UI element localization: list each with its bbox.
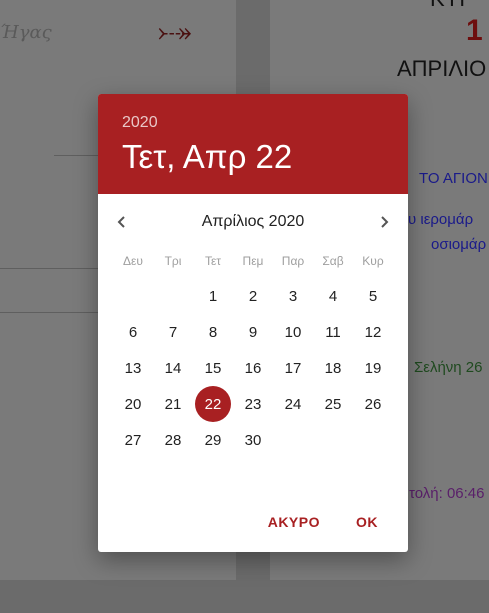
calendar-day[interactable]: 16 [235,350,271,386]
weekday-label: Δευ [123,254,143,268]
top-cut-text: ΚΥΡ [430,0,474,12]
selected-day[interactable]: 22 [195,386,231,422]
month-label: Απρίλιος 2020 [201,213,305,230]
calendar-day[interactable]: 19 [355,350,391,386]
calendar-day[interactable]: 11 [315,314,351,350]
calendar-day[interactable]: 14 [155,350,191,386]
calendar-day[interactable]: 7 [155,314,191,350]
weekday-label: Πεμ [242,254,264,268]
cancel-button[interactable]: ΑΚΥΡΟ [262,510,326,534]
calendar-grid: 1 2 3 4 5 6 7 8 9 10 11 12 13 14 15 16 17 18 19 20 21 22 23 24 2… [98,278,408,478]
selected-date[interactable]: Τετ, Απρ 22 [122,138,292,176]
calendar-day[interactable]: 23 [235,386,271,422]
chevron-right-icon [381,216,389,228]
calendar-day[interactable]: 27 [115,422,151,458]
saint-line-2: οσιομάρ [431,236,487,253]
weekday-label: Τρι [164,254,182,268]
arrow-icon: ⤐ [158,16,192,47]
calendar-day[interactable]: 29 [195,422,231,458]
moon-info: Σελήνη 26 [414,359,483,376]
ok-button[interactable]: ΟΚ [350,510,384,534]
calendar-day[interactable]: 5 [355,278,391,314]
weekday-label: Τετ [204,254,222,268]
calendar-day[interactable]: 18 [315,350,351,386]
dialog-actions: ΑΚΥΡΟ ΟΚ [98,496,408,552]
month-navigation: Απρίλιος 2020 [98,194,408,252]
saint-line-1: υ ιερομάρ [408,211,474,228]
weekday-label: Κυρ [362,254,384,268]
calendar-day[interactable]: 8 [195,314,231,350]
calendar-day[interactable]: 26 [355,386,391,422]
big-day-number: 1 [466,14,483,47]
weekday-header: Δευ Τρι Τετ Πεμ Παρ Σαβ Κυρ [98,252,408,278]
calendar-day[interactable]: 28 [155,422,191,458]
calendar-day[interactable]: 21 [155,386,191,422]
calendar-day[interactable]: 10 [275,314,311,350]
calendar-day[interactable]: 20 [115,386,151,422]
calendar-day[interactable]: 30 [235,422,271,458]
weekday-label: Παρ [281,254,305,268]
calendar-day[interactable]: 25 [315,386,351,422]
calendar-day[interactable]: 9 [235,314,271,350]
next-month-button[interactable] [370,208,398,236]
calendar-day[interactable]: 6 [115,314,151,350]
calendar-day[interactable]: 15 [195,350,231,386]
calendar-day[interactable]: 3 [275,278,311,314]
sunset-info: τολή: 06:46 [409,485,485,502]
selected-year[interactable]: 2020 [122,114,158,132]
calendar-day[interactable]: 1 [195,278,231,314]
calendar-day[interactable]: 12 [355,314,391,350]
calendar-day[interactable]: 13 [115,350,151,386]
dialog-header: 2020 Τετ, Απρ 22 [98,94,408,194]
saint-title: ΤΟ ΑΓΙΟΝ [419,170,488,187]
weekday-label: Σαβ [322,254,344,268]
month-heading: ΑΠΡΙΛΙΟ [397,56,487,81]
calendar-day[interactable]: 2 [235,278,271,314]
handwriting-text: Ήγας [0,22,52,43]
divider [54,155,98,156]
calendar-day[interactable]: 24 [275,386,311,422]
calendar-day[interactable]: 4 [315,278,351,314]
calendar-day[interactable]: 17 [275,350,311,386]
date-picker-dialog: 2020 Τετ, Απρ 22 Απρίλιος 2020 Δευ Τρι Τετ… [98,94,408,552]
